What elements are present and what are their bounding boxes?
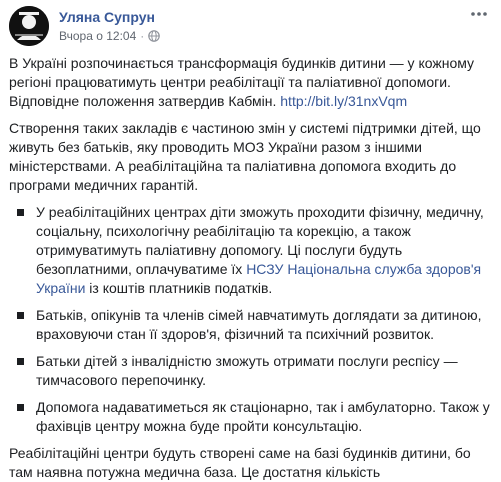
post-body: В Україні розпочинається трансформація б…	[9, 54, 493, 482]
post-paragraph-context: Створення таких закладів є частиною змін…	[9, 120, 481, 193]
bullet-text: У реабілітаційних центрах діти зможуть п…	[36, 204, 484, 296]
more-horizontal-icon	[471, 12, 487, 16]
bullet-text: Батьків, опікунів та членів сімей навчат…	[36, 307, 482, 342]
more-options-button[interactable]	[469, 6, 489, 22]
bullet-square-icon	[17, 358, 24, 365]
short-link[interactable]: http://bit.ly/31nxVqm	[280, 93, 407, 109]
bullet-square-icon	[17, 209, 24, 216]
bullet-text: Батьки дітей з інвалідністю зможуть отри…	[36, 353, 458, 388]
globe-icon[interactable]	[148, 30, 161, 42]
post-timestamp[interactable]: Вчора о 12:04	[59, 29, 136, 43]
bullet-item: Батьки дітей з інвалідністю зможуть отри…	[9, 352, 493, 390]
bullet-item: Допомога надаватиметься як стаціонарно, …	[9, 398, 493, 436]
author-name-link[interactable]: Уляна Супрун	[59, 9, 155, 25]
avatar[interactable]	[9, 6, 49, 46]
bullet-square-icon	[17, 312, 24, 319]
bullet-item: У реабілітаційних центрах діти зможуть п…	[9, 203, 493, 298]
facebook-post: Уляна Супрун Вчора о 12:04 · В Україні р…	[0, 0, 501, 480]
bullet-square-icon	[17, 404, 24, 411]
post-paragraph-closing: Реабілітаційні центри будуть створені са…	[9, 445, 471, 480]
bullet-item: Батьків, опікунів та членів сімей навчат…	[9, 306, 493, 344]
post-meta: Вчора о 12:04 ·	[59, 29, 161, 43]
bullet-text: Допомога надаватиметься як стаціонарно, …	[36, 399, 490, 434]
avatar-image	[9, 6, 49, 46]
post-header: Уляна Супрун Вчора о 12:04 ·	[9, 0, 493, 54]
meta-separator: ·	[140, 29, 145, 43]
post-paragraph-intro: В Україні розпочинається трансформація б…	[9, 54, 493, 111]
